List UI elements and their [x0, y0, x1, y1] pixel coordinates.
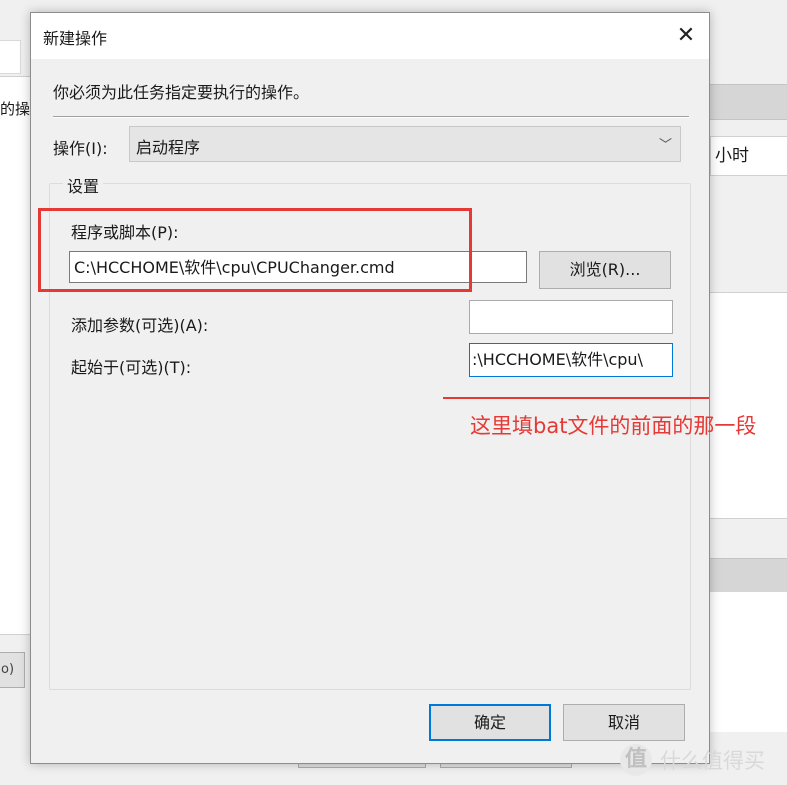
background-window-right: 小时: [710, 0, 787, 785]
action-label: 操作(I):: [53, 139, 108, 158]
background-window-left: 的操作 o): [0, 0, 30, 785]
background-list: [0, 164, 30, 635]
program-input[interactable]: C:\HCCHOME\软件\cpu\CPUChanger.cmd: [69, 251, 527, 283]
background-white-area-2: [710, 592, 787, 732]
background-header-bar-2: [710, 558, 787, 594]
background-text-fragment: 的操作: [0, 100, 30, 118]
instruction-text: 你必须为此任务指定要执行的操作。: [53, 83, 310, 102]
separator: [53, 116, 689, 118]
start-in-label: 起始于(可选)(T):: [71, 358, 192, 377]
background-hour-label: 小时: [715, 146, 749, 166]
dialog-title: 新建操作: [43, 29, 108, 48]
background-button-fragment: o): [0, 652, 25, 688]
background-top-area: [710, 0, 787, 66]
ok-button[interactable]: 确定: [429, 704, 551, 741]
annotation-text: 这里填bat文件的前面的那一段: [470, 414, 757, 438]
dialog-titlebar: 新建操作 ✕: [31, 13, 709, 59]
new-action-dialog: 新建操作 ✕ 你必须为此任务指定要执行的操作。 操作(I): 启动程序 ﹀ 设置…: [30, 12, 710, 764]
action-dropdown[interactable]: 启动程序 ﹀: [129, 126, 681, 162]
browse-button[interactable]: 浏览(R)...: [539, 251, 671, 289]
background-white-area: [710, 292, 787, 519]
annotation-line: [443, 397, 709, 399]
program-label: 程序或脚本(P):: [71, 223, 179, 242]
watermark: 值 什么值得买: [620, 744, 765, 776]
arguments-input[interactable]: [469, 300, 673, 334]
cancel-button[interactable]: 取消: [563, 704, 685, 741]
background-button-label: o): [1, 662, 15, 677]
start-in-input[interactable]: :\HCCHOME\软件\cpu\: [469, 343, 673, 377]
background-hour-field: 小时: [710, 136, 787, 176]
settings-group-title: 设置: [63, 173, 104, 197]
background-header-bar: [710, 84, 787, 120]
close-icon[interactable]: ✕: [663, 13, 709, 59]
background-tab: [0, 40, 21, 74]
action-dropdown-value: 启动程序: [136, 138, 201, 157]
watermark-text: 什么值得买: [660, 749, 765, 773]
background-panel: [0, 76, 30, 166]
watermark-logo-icon: 值: [620, 744, 652, 776]
arguments-label: 添加参数(可选)(A):: [71, 316, 209, 335]
chevron-down-icon: ﹀: [658, 138, 672, 153]
